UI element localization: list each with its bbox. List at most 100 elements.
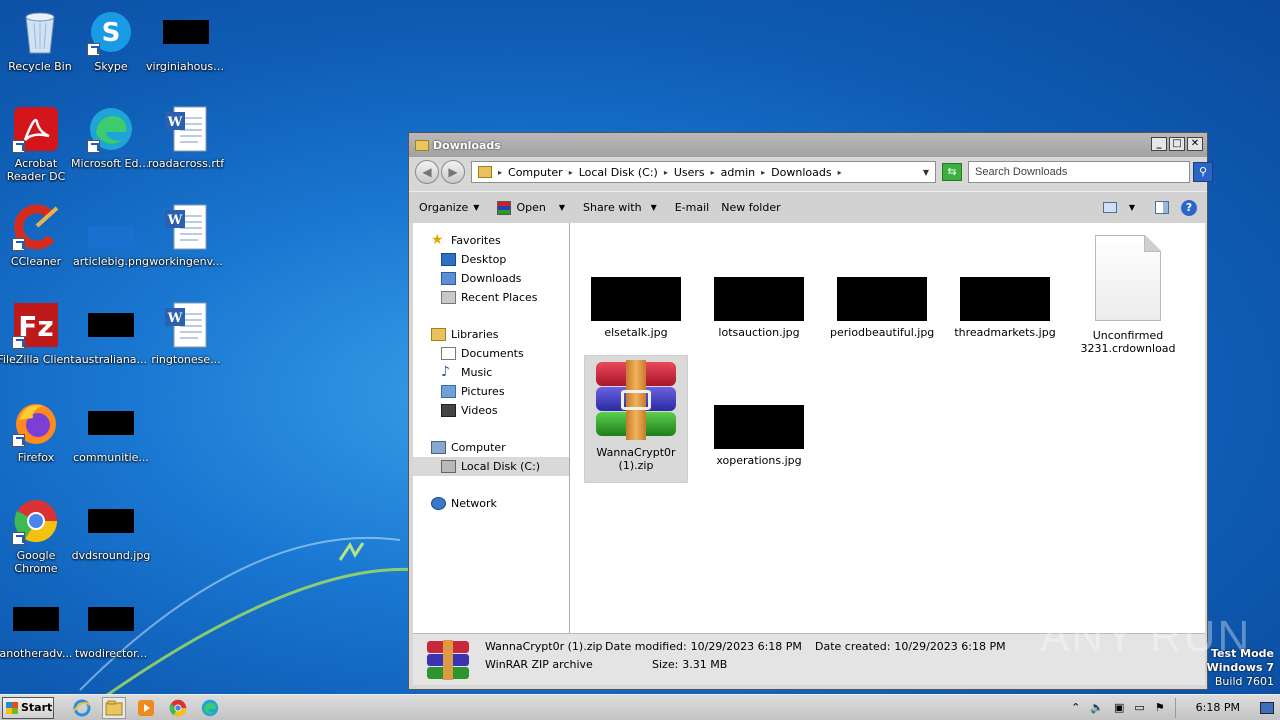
desktop-icon-australiana[interactable]: australiana... xyxy=(71,301,151,366)
desktop-icon-communitie[interactable]: communitie... xyxy=(71,399,151,464)
change-view-icon[interactable] xyxy=(1102,202,1117,213)
file-item[interactable]: Unconfirmed 3231.crdownload xyxy=(1076,235,1180,355)
chevron-right-icon[interactable]: ▸ xyxy=(498,168,502,177)
file-item[interactable]: threadmarkets.jpg xyxy=(953,277,1057,339)
file-name: Unconfirmed 3231.crdownload xyxy=(1080,329,1176,355)
speaker-icon[interactable]: 🔈 xyxy=(1090,701,1104,714)
desktop-icon-anotheradv[interactable]: anotheradv... xyxy=(0,595,76,660)
nav-downloads[interactable]: Downloads xyxy=(413,269,569,288)
redacted-thumbnail-icon xyxy=(12,595,60,643)
share-with-button[interactable]: Share with ▼ xyxy=(583,201,657,214)
nav-documents[interactable]: Documents xyxy=(413,344,569,363)
window-titlebar[interactable]: Downloads _ □ ✕ xyxy=(409,133,1207,157)
desktop-icon-ringtonese[interactable]: W ringtonese... xyxy=(146,301,226,366)
search-icon[interactable]: ⚲ xyxy=(1193,162,1213,182)
chevron-right-icon[interactable]: ▸ xyxy=(761,168,765,177)
show-desktop-icon[interactable] xyxy=(1260,701,1274,714)
desktop-icon-ccleaner[interactable]: CCleaner xyxy=(0,203,76,268)
taskbar-ie[interactable] xyxy=(70,697,94,719)
image-thumbnail-icon xyxy=(960,277,1050,321)
nav-pictures[interactable]: Pictures xyxy=(413,382,569,401)
close-button[interactable]: ✕ xyxy=(1187,137,1203,151)
maximize-button[interactable]: □ xyxy=(1169,137,1185,151)
email-button[interactable]: E-mail xyxy=(675,201,710,214)
file-name: xoperations.jpg xyxy=(716,454,802,467)
desktop-icon-articlebig[interactable]: articlebig.png xyxy=(71,203,151,268)
desktop-icon-skype[interactable]: S Skype xyxy=(71,8,151,73)
test-mode-line2: Windows 7 xyxy=(1206,661,1274,674)
breadcrumb-admin[interactable]: admin xyxy=(721,166,755,179)
nav-network[interactable]: Network xyxy=(413,494,569,513)
search-input[interactable] xyxy=(975,166,1165,178)
test-mode-line3: Build 7601 xyxy=(1214,675,1274,688)
search-box[interactable]: ⚲ xyxy=(968,161,1213,183)
desktop-icon-firefox[interactable]: Firefox xyxy=(0,399,76,464)
network-status-icon[interactable]: ▣ xyxy=(1114,701,1124,714)
nav-favorites[interactable]: ★ Favorites xyxy=(413,231,569,250)
power-icon[interactable]: ▭ xyxy=(1134,701,1144,714)
desktop-icon-workingenv[interactable]: W workingenv... xyxy=(146,203,226,268)
desktop-icon-virginiahousi[interactable]: virginiahousi... xyxy=(146,8,226,73)
image-thumbnail-icon xyxy=(837,277,927,321)
winrar-icon xyxy=(497,200,512,215)
taskbar-edge[interactable] xyxy=(198,697,222,719)
media-player-icon xyxy=(138,699,154,716)
ccleaner-icon xyxy=(12,203,60,251)
nav-libraries[interactable]: Libraries xyxy=(413,325,569,344)
nav-recent-places[interactable]: Recent Places xyxy=(413,288,569,307)
shortcut-arrow-icon xyxy=(87,43,100,56)
new-folder-button[interactable]: New folder xyxy=(721,201,780,214)
minimize-button[interactable]: _ xyxy=(1151,137,1167,151)
chevron-right-icon[interactable]: ▸ xyxy=(664,168,668,177)
desktop-icon-chrome[interactable]: Google Chrome xyxy=(0,497,76,575)
back-button[interactable]: ◀ xyxy=(415,160,439,184)
desktop-icon-roadacross[interactable]: W roadacross.rtf xyxy=(146,105,226,170)
chevron-right-icon[interactable]: ▸ xyxy=(569,168,573,177)
nav-desktop[interactable]: Desktop xyxy=(413,250,569,269)
navigation-pane[interactable]: ★ Favorites Desktop Downloads Recent Plac… xyxy=(413,223,570,635)
chevron-right-icon[interactable]: ▸ xyxy=(711,168,715,177)
nav-local-disk[interactable]: Local Disk (C:) xyxy=(413,457,569,476)
nav-computer[interactable]: Computer xyxy=(413,438,569,457)
file-item-selected[interactable]: WannaCrypt0r (1).zip xyxy=(584,355,688,483)
breadcrumb[interactable]: ▸ Computer ▸ Local Disk (C:) ▸ Users ▸ a… xyxy=(471,161,936,183)
clock[interactable]: 6:18 PM xyxy=(1186,701,1250,714)
desktop-icon-twodirector[interactable]: twodirector... xyxy=(71,595,151,660)
breadcrumb-local-disk[interactable]: Local Disk (C:) xyxy=(579,166,658,179)
size-value: 3.31 MB xyxy=(682,658,728,671)
taskbar-media-player[interactable] xyxy=(134,697,158,719)
explorer-window[interactable]: Downloads _ □ ✕ ◀ ▶ ▸ Computer ▸ Local D… xyxy=(408,132,1213,690)
refresh-button[interactable]: ⇆ xyxy=(942,163,962,181)
breadcrumb-downloads[interactable]: Downloads xyxy=(771,166,831,179)
desktop-icon-filezilla[interactable]: Fz FileZilla Client xyxy=(0,301,76,366)
file-item[interactable]: elsetalk.jpg xyxy=(584,277,688,339)
file-item[interactable]: lotsauction.jpg xyxy=(707,277,811,339)
taskbar-chrome[interactable] xyxy=(166,697,190,719)
breadcrumb-computer[interactable]: Computer xyxy=(508,166,563,179)
help-icon[interactable]: ? xyxy=(1181,199,1197,216)
desktop-icon-dvdsround[interactable]: dvdsround.jpg xyxy=(71,497,151,562)
chevron-up-icon[interactable]: ⌃ xyxy=(1071,701,1080,714)
breadcrumb-users[interactable]: Users xyxy=(674,166,705,179)
organize-button[interactable]: Organize ▼ xyxy=(419,201,479,214)
word-document-icon: W xyxy=(162,203,210,251)
chevron-down-icon[interactable]: ▼ xyxy=(1129,203,1135,212)
taskbar-explorer[interactable] xyxy=(102,696,126,719)
image-thumbnail-icon xyxy=(714,277,804,321)
open-button[interactable]: Open ▼ xyxy=(497,200,565,215)
desktop-icon-edge[interactable]: Microsoft Edge xyxy=(71,105,151,170)
file-item[interactable]: periodbeautiful.jpg xyxy=(830,277,934,339)
forward-button[interactable]: ▶ xyxy=(441,160,465,184)
action-center-flag-icon[interactable]: ⚑ xyxy=(1155,701,1165,714)
file-item[interactable]: xoperations.jpg xyxy=(707,405,811,467)
chevron-down-icon[interactable]: ▼ xyxy=(923,168,929,177)
desktop-icon-recycle-bin[interactable]: Recycle Bin xyxy=(0,8,80,73)
nav-music[interactable]: ♪ Music xyxy=(413,363,569,382)
start-button[interactable]: Start xyxy=(2,696,54,719)
preview-pane-icon[interactable] xyxy=(1155,201,1169,214)
nav-videos[interactable]: Videos xyxy=(413,401,569,420)
shortcut-arrow-icon xyxy=(12,238,25,251)
file-list[interactable]: elsetalk.jpg lotsauction.jpg periodbeaut… xyxy=(570,223,1205,635)
desktop-icon-acrobat[interactable]: Acrobat Reader DC xyxy=(0,105,76,183)
chevron-right-icon[interactable]: ▸ xyxy=(838,168,842,177)
